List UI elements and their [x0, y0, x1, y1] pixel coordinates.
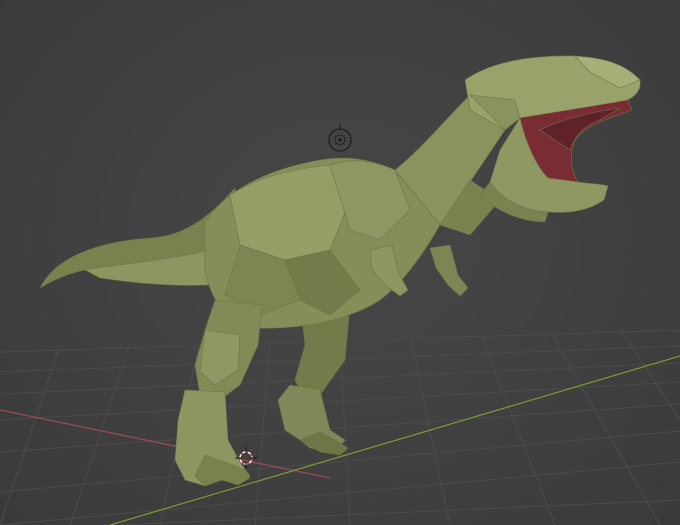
trex-arm-far [429, 244, 469, 297]
x-axis-line [0, 409, 331, 479]
viewport-canvas[interactable] [0, 0, 680, 525]
trex-model[interactable] [39, 55, 641, 487]
3d-viewport[interactable] [0, 0, 680, 525]
light-object-icon[interactable] [328, 124, 352, 152]
